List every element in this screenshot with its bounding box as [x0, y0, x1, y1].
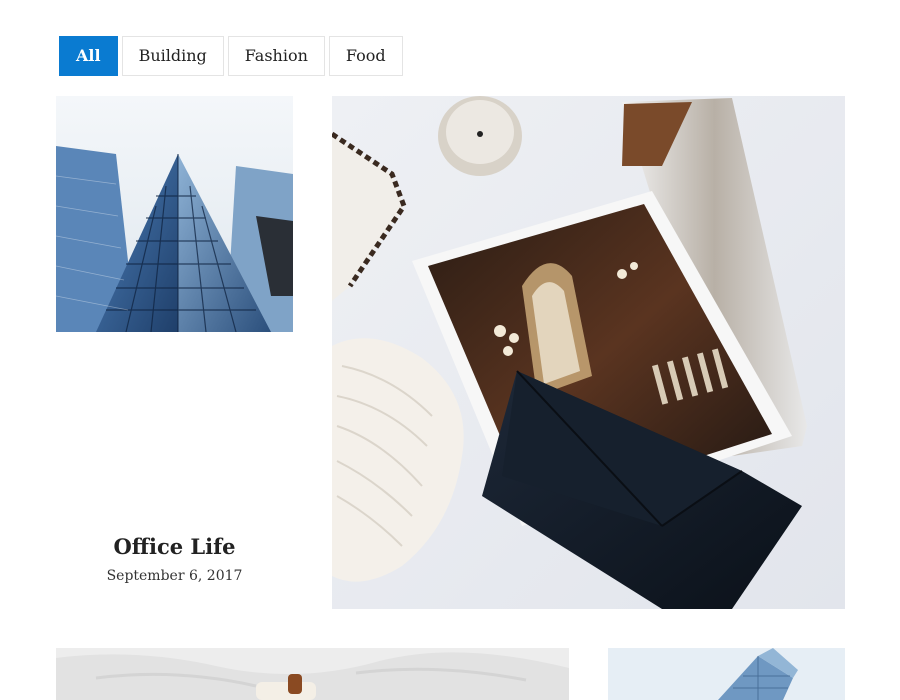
bedding-image: [56, 648, 569, 700]
post-title[interactable]: Office Life: [56, 530, 293, 564]
fashion-flatlay-image: [332, 96, 845, 609]
filter-building-button[interactable]: Building: [121, 36, 224, 76]
fashion-photo-tile[interactable]: [332, 96, 845, 609]
category-filter-bar: All Building Fashion Food: [59, 36, 403, 76]
glass-tower-image: [608, 648, 845, 700]
portfolio-page: All Building Fashion Food Office Life Se…: [0, 0, 900, 700]
post-date: September 6, 2017: [106, 568, 243, 584]
filter-food-button[interactable]: Food: [328, 36, 403, 76]
skyscraper-image: [56, 96, 293, 332]
bedding-photo-tile[interactable]: [56, 648, 569, 700]
filter-all-button[interactable]: All: [59, 36, 118, 76]
filter-fashion-button[interactable]: Fashion: [227, 36, 325, 76]
office-life-caption: Office Life September 6, 2017: [56, 530, 293, 586]
building-photo-tile[interactable]: [56, 96, 293, 332]
tower-photo-tile[interactable]: [608, 648, 845, 700]
